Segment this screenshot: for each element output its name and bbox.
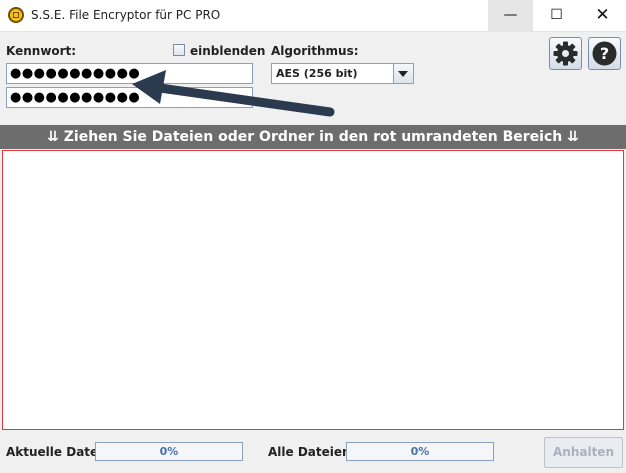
dropzone-banner: ⇊ Ziehen Sie Dateien oder Ordner in den … bbox=[0, 125, 626, 149]
show-password-label[interactable]: einblenden bbox=[190, 44, 265, 58]
algorithm-select[interactable]: AES (256 bit) bbox=[271, 63, 414, 84]
minimize-button[interactable]: — bbox=[488, 0, 533, 31]
svg-text:?: ? bbox=[600, 44, 609, 63]
close-button[interactable]: ✕ bbox=[580, 0, 625, 31]
app-icon bbox=[8, 7, 24, 23]
help-button[interactable]: ? bbox=[588, 37, 621, 70]
gear-icon bbox=[553, 41, 578, 66]
password-confirm-field[interactable]: ●●●●●●●●●●● bbox=[6, 87, 253, 108]
maximize-button[interactable]: ☐ bbox=[534, 0, 579, 31]
current-file-progress: 0% bbox=[95, 442, 243, 461]
title-bar: S.S.E. File Encryptor für PC PRO — ☐ ✕ bbox=[0, 0, 626, 32]
question-icon: ? bbox=[592, 41, 617, 66]
halt-button[interactable]: Anhalten bbox=[544, 437, 623, 468]
algorithm-label: Algorithmus: bbox=[271, 44, 359, 58]
drop-zone[interactable] bbox=[2, 150, 624, 430]
all-files-progress: 0% bbox=[346, 442, 494, 461]
algorithm-selected-value: AES (256 bit) bbox=[276, 67, 358, 80]
show-password-checkbox[interactable] bbox=[173, 44, 185, 56]
window-title: S.S.E. File Encryptor für PC PRO bbox=[31, 8, 221, 22]
current-file-label: Aktuelle Datei: bbox=[6, 445, 108, 459]
password-field[interactable]: ●●●●●●●●●●● bbox=[6, 63, 253, 84]
password-label: Kennwort: bbox=[6, 44, 77, 58]
chevron-down-icon[interactable] bbox=[393, 64, 413, 83]
settings-button[interactable] bbox=[549, 37, 582, 70]
all-files-label: Alle Dateien: bbox=[268, 445, 356, 459]
